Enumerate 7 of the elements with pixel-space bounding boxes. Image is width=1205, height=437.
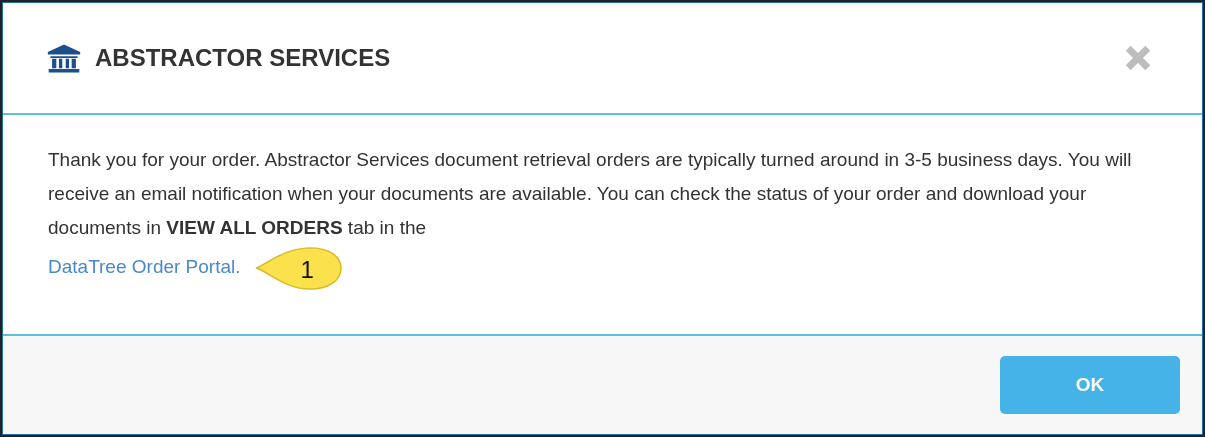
message-text: Thank you for your order. Abstractor Services document retrieval orders are typically turned around in 3-5 business days. You will receive an email notification when your documents are available. You can check the status of your order and download your documents in VIEW ALL ORDERS tab in the DataTree Order Portal. 1 xyxy=(48,143,1157,291)
portal-link[interactable]: DataTree Order Portal. xyxy=(48,256,241,277)
bank-icon xyxy=(47,43,81,73)
callout-badge: 1 xyxy=(254,245,343,291)
dialog-title: ABSTRACTOR SERVICES xyxy=(95,44,392,72)
close-icon[interactable] xyxy=(1124,44,1152,72)
ok-button[interactable]: OK xyxy=(1000,356,1180,414)
